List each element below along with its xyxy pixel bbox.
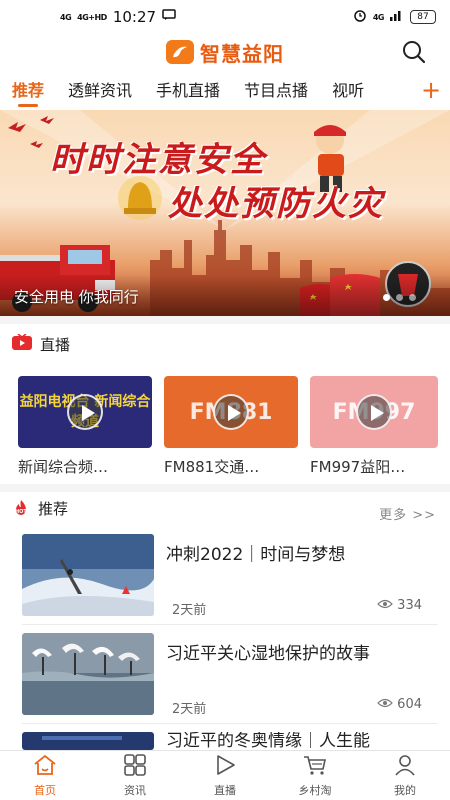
status-bar: 4G 4G+HD 10:27 4G 87 xyxy=(0,0,450,34)
carousel-dots xyxy=(383,294,416,301)
carousel-dot[interactable] xyxy=(383,294,390,301)
tab-recommend[interactable]: 推荐 xyxy=(12,73,44,107)
live-channel-thumbnail[interactable]: 益阳电视台 新闻综合频道 xyxy=(18,376,152,448)
tabs-fade xyxy=(370,70,420,110)
message-icon xyxy=(162,9,176,25)
app-logo-icon xyxy=(166,40,194,64)
user-icon xyxy=(393,754,417,780)
news-thumbnail[interactable] xyxy=(22,534,154,616)
news-item[interactable]: 习近平的冬奥情缘｜人生能 xyxy=(22,732,438,750)
banner-headline-2: 处处预防火灾 xyxy=(168,184,384,224)
live-channel-name[interactable]: FM997益阳… xyxy=(310,456,438,477)
nav-news-label: 资讯 xyxy=(124,783,146,797)
nav-profile-label: 我的 xyxy=(394,783,416,797)
divider xyxy=(22,624,438,625)
carousel-dot[interactable] xyxy=(409,294,416,301)
battery-indicator: 87 xyxy=(410,10,436,24)
cart-icon xyxy=(303,754,327,780)
news-title[interactable]: 习近平的冬奥情缘｜人生能 xyxy=(166,732,436,750)
banner-caption: 安全用电 你我同行 xyxy=(14,288,139,306)
alarm-icon xyxy=(353,8,367,26)
banner-headline-1: 时时注意安全 xyxy=(50,140,266,180)
live-channel-card[interactable]: FM997 FM997益阳… xyxy=(310,376,438,477)
search-icon[interactable] xyxy=(400,38,428,66)
eye-icon xyxy=(377,697,394,712)
live-channel-card[interactable]: 益阳电视台 新闻综合频道 新闻综合频… xyxy=(18,376,152,477)
news-date: 2天前 xyxy=(172,603,207,618)
hot-badge: HOT xyxy=(15,509,27,515)
view-count: 334 xyxy=(397,598,422,613)
eye-icon xyxy=(377,598,394,613)
live-tv-icon xyxy=(12,333,32,354)
news-thumbnail[interactable] xyxy=(22,633,154,715)
news-date: 2天前 xyxy=(172,702,207,717)
divider xyxy=(22,723,438,724)
tab-on-demand[interactable]: 节目点播 xyxy=(244,73,308,107)
live-channel-name[interactable]: 新闻综合频… xyxy=(18,456,152,477)
live-section-header: 直播 xyxy=(0,324,450,364)
nav-rural-shop[interactable]: 乡村淘 xyxy=(270,751,360,800)
tab-audio-video[interactable]: 视听 xyxy=(332,73,364,107)
live-section-label: 直播 xyxy=(40,335,71,354)
live-channel-thumbnail[interactable]: FM997 xyxy=(310,376,438,448)
nav-home-label: 首页 xyxy=(34,783,56,797)
live-channel-name[interactable]: FM881交通… xyxy=(164,456,298,477)
play-icon xyxy=(213,754,237,780)
nav-profile[interactable]: 我的 xyxy=(360,751,450,800)
nav-home[interactable]: 首页 xyxy=(0,751,90,800)
live-channel-card[interactable]: FM881 FM881交通… xyxy=(164,376,298,477)
news-title[interactable]: 习近平关心湿地保护的故事 xyxy=(166,639,436,664)
tab-mobile-live[interactable]: 手机直播 xyxy=(156,73,220,107)
nav-news[interactable]: 资讯 xyxy=(90,751,180,800)
banner-carousel[interactable]: 时时注意安全 处处预防火灾 安全用电 你我同行 xyxy=(0,110,450,316)
carousel-dot[interactable] xyxy=(396,294,403,301)
view-count: 604 xyxy=(397,697,422,712)
grid-icon xyxy=(123,753,147,780)
app-header: 智慧益阳 xyxy=(0,34,450,70)
live-section: 直播 益阳电视台 新闻综合频道 新闻综合频… FM881 FM881交通… FM… xyxy=(0,324,450,484)
category-tabs: 推荐 透鲜资讯 手机直播 节目点播 视听 + xyxy=(0,70,450,110)
signal-indicator-1: 4G xyxy=(60,12,72,22)
signal-indicator-2: 4G+HD xyxy=(77,12,107,22)
news-views: 604 xyxy=(377,697,422,712)
add-tab-button[interactable]: + xyxy=(418,76,444,104)
status-time: 10:27 xyxy=(112,8,157,26)
news-item[interactable]: 习近平关心湿地保护的故事 2天前 604 xyxy=(22,633,438,723)
tab-news[interactable]: 透鲜资讯 xyxy=(68,73,132,107)
news-title[interactable]: 冲刺2022｜时间与梦想 xyxy=(166,540,436,565)
live-channel-list: 益阳电视台 新闻综合频道 新闻综合频… FM881 FM881交通… FM997… xyxy=(18,376,438,477)
home-icon xyxy=(33,754,57,780)
nav-rural-shop-label: 乡村淘 xyxy=(298,783,332,797)
nav-live-label: 直播 xyxy=(214,783,236,797)
news-views: 334 xyxy=(377,598,422,613)
hot-icon: HOT xyxy=(12,499,30,517)
nav-live[interactable]: 直播 xyxy=(180,751,270,800)
play-icon[interactable] xyxy=(356,394,392,430)
bottom-navigation: 首页 资讯 直播 乡村淘 我的 xyxy=(0,750,450,800)
app-title: 智慧益阳 xyxy=(200,41,284,66)
recommend-section-label: 推荐 xyxy=(38,499,69,518)
news-item[interactable]: 冲刺2022｜时间与梦想 2天前 334 xyxy=(22,534,438,624)
play-icon[interactable] xyxy=(67,394,103,430)
news-thumbnail[interactable] xyxy=(22,732,154,750)
live-channel-thumbnail[interactable]: FM881 xyxy=(164,376,298,448)
signal-bars-icon xyxy=(390,9,404,25)
recommend-section: HOT 推荐 更多 >> 冲刺2022｜时间与梦想 2天前 334 习近平关心湿… xyxy=(0,492,450,750)
network-indicator: 4G xyxy=(372,12,385,22)
more-link[interactable]: 更多 >> xyxy=(379,504,436,523)
play-icon[interactable] xyxy=(213,394,249,430)
